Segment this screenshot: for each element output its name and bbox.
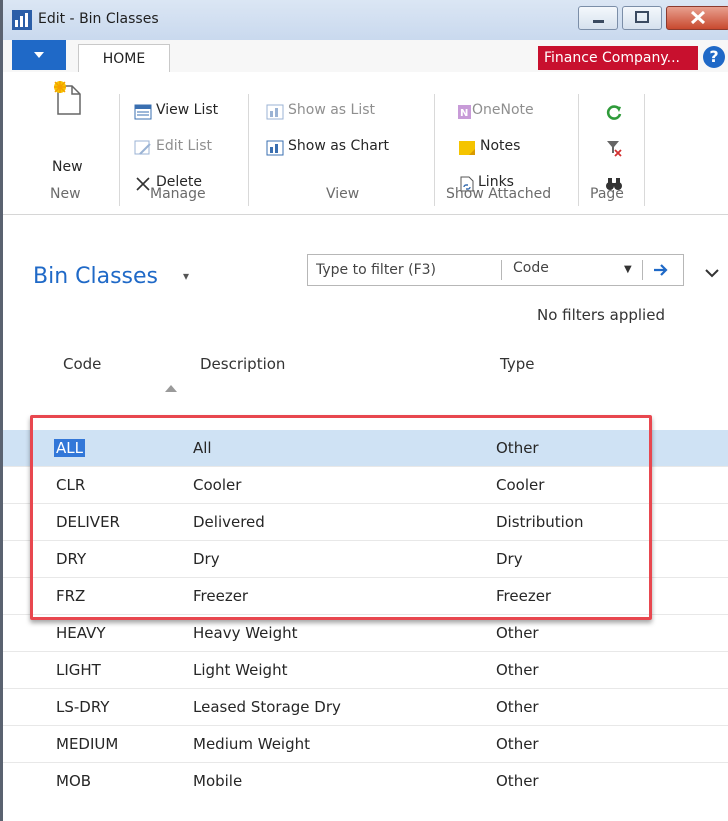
cell-type[interactable]: Other <box>496 772 539 790</box>
company-badge[interactable]: Finance Company... <box>538 46 698 70</box>
table-row[interactable]: LIGHT Light Weight Other <box>0 652 728 689</box>
cell-description[interactable]: Light Weight <box>193 661 287 679</box>
column-header-description[interactable]: Description <box>200 355 285 373</box>
cell-code[interactable]: LS-DRY <box>56 698 109 716</box>
maximize-icon <box>635 11 649 23</box>
cell-code[interactable]: LIGHT <box>56 661 101 679</box>
filter-input[interactable] <box>314 258 498 282</box>
show-as-list-icon <box>266 103 284 121</box>
cell-code[interactable]: MOB <box>56 772 91 790</box>
group-label-new: New <box>50 186 81 202</box>
notes-icon <box>458 139 476 157</box>
cell-type[interactable]: Other <box>496 698 539 716</box>
show-as-list-button[interactable]: Show as List <box>288 102 375 118</box>
group-label-show-attached: Show Attached <box>446 186 552 202</box>
filter-status: No filters applied <box>537 306 665 324</box>
close-icon <box>690 10 706 25</box>
cell-type[interactable]: Other <box>496 735 539 753</box>
ribbon-separator <box>578 94 579 206</box>
sort-ascending-icon <box>165 385 177 392</box>
cell-code[interactable]: MEDIUM <box>56 735 118 753</box>
ribbon-separator <box>119 94 120 206</box>
window-title: Edit - Bin Classes <box>38 11 159 27</box>
minimize-icon <box>593 20 604 23</box>
minimize-button[interactable] <box>578 6 618 30</box>
table-row[interactable]: MOB Mobile Other <box>0 763 728 799</box>
show-as-chart-button[interactable]: Show as Chart <box>288 138 389 154</box>
help-icon[interactable]: ? <box>703 46 725 68</box>
page-title[interactable]: Bin Classes <box>33 264 158 289</box>
new-icon <box>50 78 84 120</box>
cell-description[interactable]: Medium Weight <box>193 735 310 753</box>
new-button[interactable]: New <box>52 159 83 175</box>
group-label-view: View <box>326 186 360 202</box>
group-label-page: Page <box>590 186 624 202</box>
cell-type[interactable]: Other <box>496 624 539 642</box>
window-left-edge <box>0 0 3 821</box>
close-button[interactable] <box>666 6 728 30</box>
expand-chevron-icon[interactable] <box>704 264 720 278</box>
cell-description[interactable]: Leased Storage Dry <box>193 698 341 716</box>
refresh-icon[interactable] <box>605 103 623 121</box>
file-menu-icon <box>34 52 44 58</box>
view-list-icon <box>134 103 152 121</box>
filter-separator <box>642 260 643 280</box>
table-row[interactable]: HEAVY Heavy Weight Other <box>0 615 728 652</box>
filter-separator <box>501 260 502 280</box>
filter-field-select[interactable]: Code <box>513 260 549 276</box>
edit-list-icon <box>134 139 152 157</box>
chevron-down-icon[interactable]: ▾ <box>183 269 189 283</box>
ribbon-separator <box>644 94 645 206</box>
group-label-manage: Manage <box>150 186 206 202</box>
clear-filter-icon[interactable] <box>605 139 623 157</box>
go-arrow-icon[interactable] <box>652 262 670 278</box>
file-menu-button[interactable] <box>12 40 66 70</box>
highlight-annotation-box <box>30 415 652 620</box>
column-header-code[interactable]: Code <box>63 355 101 373</box>
tab-home[interactable]: HOME <box>78 44 170 73</box>
table-row[interactable]: LS-DRY Leased Storage Dry Other <box>0 689 728 726</box>
table-row[interactable]: MEDIUM Medium Weight Other <box>0 726 728 763</box>
cell-description[interactable]: Mobile <box>193 772 242 790</box>
column-header-type[interactable]: Type <box>500 355 534 373</box>
app-icon <box>12 10 32 30</box>
edit-list-button[interactable]: Edit List <box>156 138 212 154</box>
show-as-chart-icon <box>266 139 284 157</box>
cell-code[interactable]: HEAVY <box>56 624 105 642</box>
ribbon-separator <box>248 94 249 206</box>
ribbon-separator <box>434 94 435 206</box>
cell-description[interactable]: Heavy Weight <box>193 624 297 642</box>
svg-text:N: N <box>460 108 468 119</box>
cell-type[interactable]: Other <box>496 661 539 679</box>
maximize-button[interactable] <box>622 6 662 30</box>
notes-button[interactable]: Notes <box>480 138 520 154</box>
view-list-button[interactable]: View List <box>156 102 218 118</box>
dropdown-arrow-icon[interactable]: ▼ <box>624 264 632 275</box>
onenote-button[interactable]: OneNote <box>472 102 534 118</box>
